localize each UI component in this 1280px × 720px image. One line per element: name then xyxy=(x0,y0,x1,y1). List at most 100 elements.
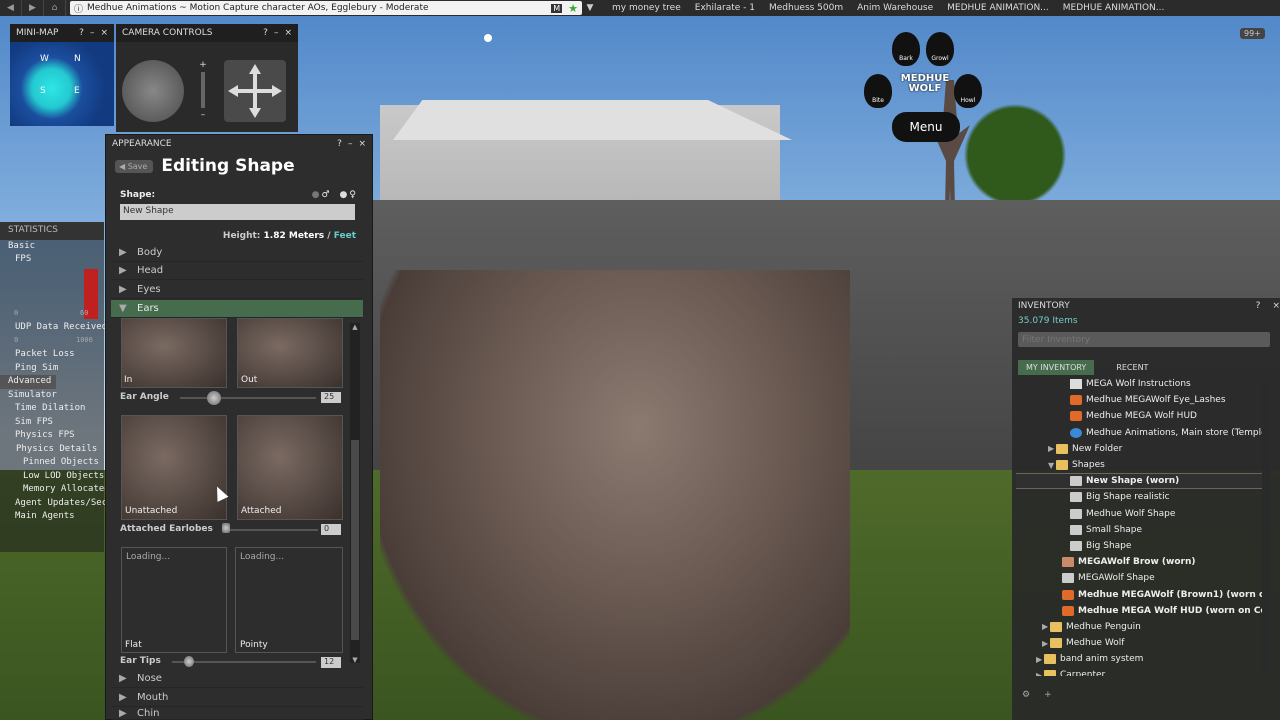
minimize-button[interactable]: – xyxy=(90,28,95,38)
ear-in-thumbnail[interactable]: In xyxy=(121,318,227,388)
attached-earlobes-value[interactable]: 0 xyxy=(321,524,341,535)
inventory-item[interactable]: Medhue Wolf Shape xyxy=(1016,506,1268,522)
earlobe-attached-thumbnail[interactable]: Attached xyxy=(237,415,343,520)
stat-udp[interactable]: UDP Data Received xyxy=(0,321,107,335)
inventory-item[interactable]: ▶ Carpenter xyxy=(1016,667,1268,676)
expand-icon[interactable]: ▶ xyxy=(1042,639,1050,648)
pan-joystick[interactable] xyxy=(224,60,286,122)
minimap-header[interactable]: MINI-MAP ? – × xyxy=(10,24,114,42)
favorite-link[interactable]: my money tree xyxy=(612,3,681,13)
stat-fps[interactable]: FPS xyxy=(0,253,104,267)
stat-simulator[interactable]: Simulator xyxy=(0,389,104,403)
stat-time-dilation[interactable]: Time Dilation xyxy=(0,402,104,416)
minimize-button[interactable]: – xyxy=(274,28,279,38)
inventory-item[interactable]: Medhue MEGA Wolf HUD xyxy=(1016,408,1268,424)
help-button[interactable]: ? xyxy=(337,139,342,149)
stat-sim-fps[interactable]: Sim FPS xyxy=(0,416,104,430)
inventory-item[interactable]: ▶ New Folder xyxy=(1016,441,1268,457)
stat-physics-details[interactable]: Physics Details xyxy=(0,443,104,457)
inventory-item[interactable]: MEGAWolf Brow (worn) xyxy=(1016,554,1268,570)
help-button[interactable]: ? xyxy=(1256,301,1261,313)
inventory-item[interactable]: ▼ Shapes xyxy=(1016,457,1268,473)
back-button[interactable]: ◀ xyxy=(0,0,22,16)
section-body[interactable]: ▶ Body xyxy=(111,244,363,262)
help-button[interactable]: ? xyxy=(79,28,84,38)
favorite-link[interactable]: Exhilarate - 1 xyxy=(695,3,755,13)
zoom-out-icon[interactable]: – xyxy=(196,110,210,120)
stat-memory[interactable]: Memory Allocated xyxy=(0,483,110,497)
ear-angle-value[interactable]: 25 xyxy=(321,392,341,403)
stat-agent-updates[interactable]: Agent Updates/Sec xyxy=(0,497,107,511)
appearance-scroll-thumb[interactable] xyxy=(351,440,359,640)
inventory-item[interactable]: Medhue MEGAWolf Eye_Lashes xyxy=(1016,392,1268,408)
inventory-scrollbar[interactable] xyxy=(1262,382,1270,672)
notification-badge[interactable]: 99+ xyxy=(1240,28,1265,39)
favorite-star-icon[interactable]: ★ xyxy=(568,2,578,15)
close-button[interactable]: × xyxy=(1272,301,1280,313)
inventory-item[interactable]: Medhue MEGA Wolf HUD (worn on Cen xyxy=(1016,603,1268,619)
female-radio[interactable]: ● xyxy=(340,190,348,200)
stat-basic[interactable]: Basic xyxy=(0,240,104,254)
inventory-item[interactable]: Medhue Animations, Main store (Temple) xyxy=(1016,425,1268,441)
inventory-item[interactable]: Big Shape xyxy=(1016,538,1268,554)
add-icon[interactable]: + xyxy=(1044,690,1052,706)
stat-advanced[interactable]: Advanced xyxy=(0,375,56,389)
info-icon[interactable]: ⓘ xyxy=(74,2,83,15)
zoom-track[interactable] xyxy=(201,72,205,108)
feet-link[interactable]: Feet xyxy=(334,231,356,241)
stat-physics-fps[interactable]: Physics FPS xyxy=(0,429,104,443)
earlobe-unattached-thumbnail[interactable]: Unattached xyxy=(121,415,227,520)
ear-tips-pointy-thumbnail[interactable]: Loading... Pointy xyxy=(235,547,343,653)
section-ears[interactable]: ▼ Ears xyxy=(111,300,363,318)
tab-my-inventory[interactable]: MY INVENTORY xyxy=(1018,360,1095,375)
stat-packet-loss[interactable]: Packet Loss xyxy=(0,348,104,362)
inventory-filter-input[interactable] xyxy=(1018,332,1270,347)
section-nose[interactable]: ▶ Nose xyxy=(111,670,363,688)
inventory-item[interactable]: MEGA Wolf Instructions xyxy=(1016,376,1268,392)
orbit-joystick[interactable] xyxy=(122,60,184,122)
scroll-down-icon[interactable]: ▼ xyxy=(350,656,360,664)
stat-ping-sim[interactable]: Ping Sim xyxy=(0,362,104,376)
male-radio[interactable]: ● xyxy=(312,190,320,200)
bite-paw-button[interactable]: Bite xyxy=(864,74,892,108)
inventory-item[interactable]: MEGAWolf Shape xyxy=(1016,570,1268,586)
zoom-slider[interactable]: + – xyxy=(196,60,210,122)
minimize-button[interactable]: – xyxy=(348,139,353,149)
hud-menu-button[interactable]: Menu xyxy=(892,112,960,142)
save-button[interactable]: ◀ Save xyxy=(115,159,154,173)
ear-out-thumbnail[interactable]: Out xyxy=(237,318,343,388)
inventory-item[interactable]: New Shape (worn) xyxy=(1016,473,1268,490)
tab-recent[interactable]: RECENT xyxy=(1108,360,1156,375)
expand-icon[interactable]: ▶ xyxy=(1042,622,1050,631)
stat-main-agents[interactable]: Main Agents xyxy=(0,510,104,524)
inventory-item[interactable]: Big Shape realistic xyxy=(1016,489,1268,505)
camera-header[interactable]: CAMERA CONTROLS ? – × xyxy=(116,24,298,42)
gear-icon[interactable]: ⚙ xyxy=(1022,690,1030,706)
inventory-item[interactable]: ▶ band anim system xyxy=(1016,651,1268,667)
favorite-link[interactable]: Anim Warehouse xyxy=(857,3,933,13)
attached-earlobes-track[interactable] xyxy=(222,529,318,531)
home-icon[interactable]: ⌂ xyxy=(44,0,66,16)
favorite-link[interactable]: MEDHUE ANIMATION... xyxy=(947,3,1049,13)
inventory-tree[interactable]: MEGA Wolf Instructions Medhue MEGAWolf Ey… xyxy=(1016,376,1268,676)
appearance-header[interactable]: APPEARANCE ? – × xyxy=(106,135,372,153)
wolf-avatar[interactable] xyxy=(380,270,850,720)
section-eyes[interactable]: ▶ Eyes xyxy=(111,281,363,299)
inventory-item[interactable]: Medhue MEGAWolf (Brown1) (worn on xyxy=(1016,586,1268,602)
scroll-up-icon[interactable]: ▲ xyxy=(350,323,360,331)
statistics-title[interactable]: STATISTICS xyxy=(0,222,104,240)
expand-icon[interactable]: ▼ xyxy=(1048,461,1056,470)
section-mouth[interactable]: ▶ Mouth xyxy=(111,689,363,707)
location-dropdown-icon[interactable]: ▼ xyxy=(582,3,598,13)
bark-paw-button[interactable]: Bark xyxy=(892,32,920,66)
location-bar[interactable]: ⓘ Medhue Animations ~ Motion Capture cha… xyxy=(70,1,582,15)
attached-earlobes-knob[interactable] xyxy=(222,523,230,533)
close-button[interactable]: × xyxy=(100,28,108,38)
expand-icon[interactable]: ▶ xyxy=(1036,671,1044,676)
help-button[interactable]: ? xyxy=(263,28,268,38)
favorite-link[interactable]: Medhuess 500m xyxy=(769,3,843,13)
ear-tips-flat-thumbnail[interactable]: Loading... Flat xyxy=(121,547,227,653)
expand-icon[interactable]: ▶ xyxy=(1036,655,1044,664)
stat-pinned[interactable]: Pinned Objects xyxy=(0,456,104,470)
expand-icon[interactable]: ▶ xyxy=(1048,444,1056,453)
